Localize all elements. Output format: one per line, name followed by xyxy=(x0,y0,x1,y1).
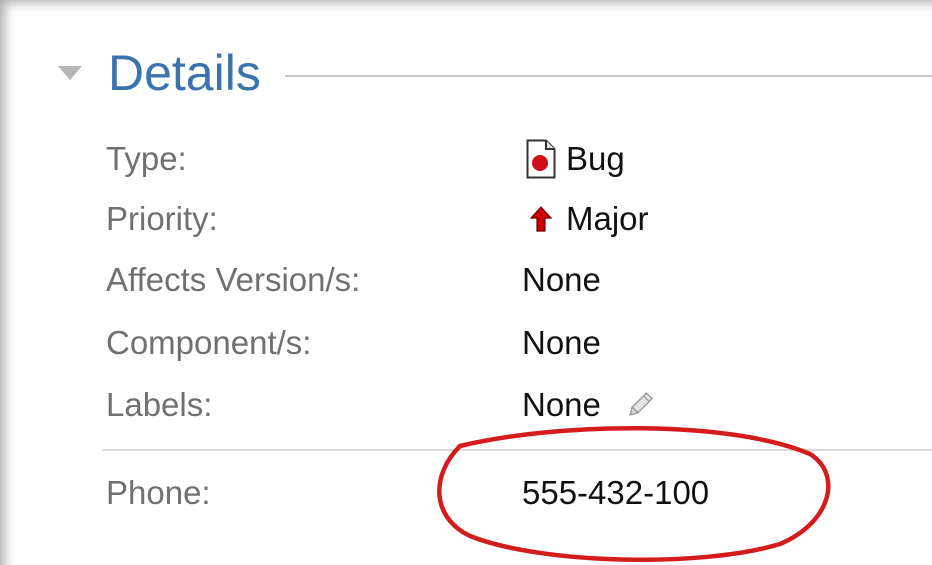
header-rule xyxy=(284,75,932,77)
field-value-labels[interactable]: None xyxy=(522,386,655,424)
field-value-component[interactable]: None xyxy=(522,324,601,362)
type-value-text: Bug xyxy=(566,140,625,177)
field-label-type: Type: xyxy=(106,140,187,177)
field-label-affects-version: Affects Version/s: xyxy=(106,261,361,298)
details-module-header: Details xyxy=(52,38,932,108)
section-divider xyxy=(102,449,932,451)
field-value-affects-version[interactable]: None xyxy=(522,261,601,299)
field-value-priority[interactable]: Major xyxy=(522,200,649,238)
field-value-phone[interactable]: 555-432-100 xyxy=(522,474,709,512)
priority-value-text: Major xyxy=(566,200,649,237)
field-label-priority: Priority: xyxy=(106,200,218,237)
section-title: Details xyxy=(108,45,261,101)
arrow-up-icon xyxy=(530,206,552,232)
bug-icon xyxy=(526,139,556,179)
issue-details-panel: Details Type: Bug Priority: Major Affect… xyxy=(0,0,932,565)
field-label-phone: Phone: xyxy=(106,474,211,511)
field-value-type[interactable]: Bug xyxy=(522,139,625,179)
pencil-icon[interactable] xyxy=(625,390,655,420)
triangle-down-icon[interactable] xyxy=(52,55,88,91)
field-label-labels: Labels: xyxy=(106,386,213,423)
labels-value-text: None xyxy=(522,386,601,423)
field-label-component: Component/s: xyxy=(106,324,312,361)
